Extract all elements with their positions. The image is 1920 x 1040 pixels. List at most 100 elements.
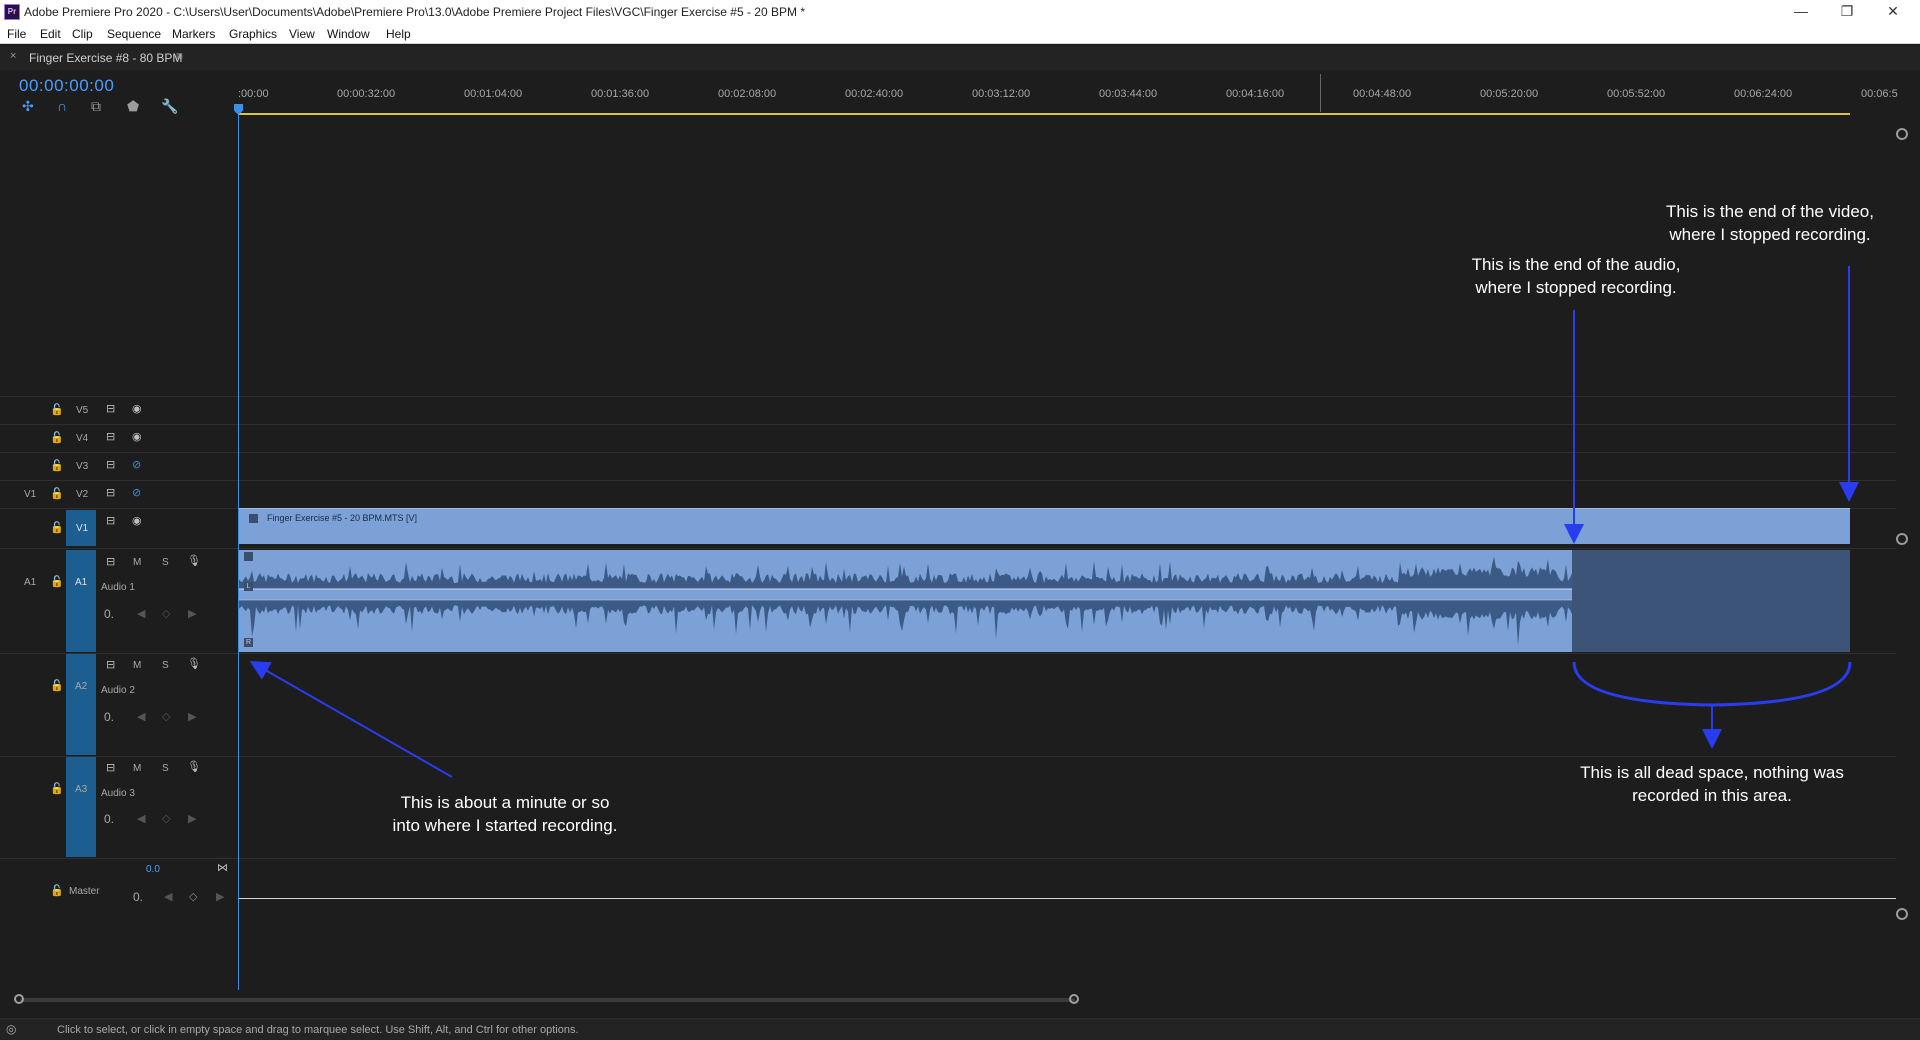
- menu-edit[interactable]: Edit: [40, 27, 61, 41]
- mute-button[interactable]: M: [133, 557, 141, 568]
- menu-graphics[interactable]: Graphics: [229, 27, 277, 41]
- next-keyframe-icon[interactable]: ▶: [188, 812, 196, 825]
- track-volume-knob[interactable]: 0.: [104, 812, 114, 826]
- playhead-line[interactable]: [238, 104, 239, 990]
- work-area-bar[interactable]: [238, 113, 1850, 115]
- next-keyframe-icon[interactable]: ▶: [188, 607, 196, 620]
- menu-view[interactable]: View: [289, 27, 315, 41]
- menu-clip[interactable]: Clip: [72, 27, 93, 41]
- add-marker-icon[interactable]: ⬟: [127, 98, 139, 115]
- annotation-line: This is about a minute or so: [400, 793, 610, 812]
- menu-window[interactable]: Window: [327, 27, 370, 41]
- ruler-tick-label: 00:03:12:00: [972, 88, 1031, 100]
- menu-sequence[interactable]: Sequence: [107, 27, 161, 41]
- solo-button[interactable]: S: [162, 660, 169, 671]
- sync-lock-icon[interactable]: ⊟: [106, 514, 115, 527]
- add-keyframe-icon[interactable]: ◇: [162, 607, 170, 620]
- close-window-button[interactable]: ✕: [1870, 0, 1916, 22]
- solo-button[interactable]: S: [162, 763, 169, 774]
- add-keyframe-icon[interactable]: ◇: [189, 890, 197, 903]
- sync-lock-icon[interactable]: ⊟: [106, 555, 115, 568]
- nest-icon[interactable]: ✣: [22, 98, 34, 115]
- lock-icon[interactable]: 🔓: [50, 575, 64, 588]
- sequence-tab-name[interactable]: Finger Exercise #8 - 80 BPM: [29, 51, 182, 65]
- horizontal-zoom-scrollbar[interactable]: [0, 992, 1920, 1006]
- next-keyframe-icon[interactable]: ▶: [216, 890, 224, 903]
- sync-lock-icon[interactable]: ⊟: [106, 658, 115, 671]
- add-keyframe-icon[interactable]: ◇: [162, 812, 170, 825]
- restore-button[interactable]: ❐: [1824, 0, 1870, 22]
- prev-keyframe-icon[interactable]: ◀: [164, 890, 172, 903]
- playhead-timecode[interactable]: 00:00:00:00: [19, 76, 114, 96]
- add-keyframe-icon[interactable]: ◇: [162, 710, 170, 723]
- sync-lock-icon[interactable]: ⊟: [106, 430, 115, 443]
- ruler-marker-line: [1320, 74, 1321, 112]
- lock-icon[interactable]: 🔓: [50, 884, 64, 897]
- video-clip[interactable]: Finger Exercise #5 - 20 BPM.MTS [V]: [238, 508, 1850, 544]
- microphone-icon[interactable]: 🎙: [187, 554, 201, 567]
- lock-icon[interactable]: 🔓: [50, 403, 64, 416]
- ruler-tick-label: 00:05:52:00: [1607, 88, 1666, 100]
- snap-icon[interactable]: ∩: [57, 98, 67, 114]
- lock-icon[interactable]: 🔓: [50, 459, 64, 472]
- eye-hidden-icon[interactable]: ⊘: [132, 458, 141, 471]
- lock-icon[interactable]: 🔓: [50, 521, 64, 534]
- lock-icon[interactable]: 🔓: [50, 782, 64, 795]
- track-volume-knob[interactable]: 0.: [104, 710, 114, 724]
- minimize-button[interactable]: —: [1778, 0, 1824, 22]
- audio-left-marker: L: [244, 582, 253, 591]
- lock-icon[interactable]: 🔓: [50, 431, 64, 444]
- zoom-handle-left[interactable]: [14, 994, 24, 1004]
- sync-lock-icon[interactable]: ⊟: [106, 761, 115, 774]
- sync-lock-icon[interactable]: ⊟: [106, 458, 115, 471]
- master-volume-knob[interactable]: 0.: [133, 890, 143, 904]
- microphone-icon[interactable]: 🎙: [187, 657, 201, 670]
- lock-icon[interactable]: 🔓: [50, 487, 64, 500]
- eye-icon[interactable]: ◉: [132, 514, 142, 527]
- eye-icon[interactable]: ◉: [132, 402, 142, 415]
- sync-lock-icon[interactable]: ⊟: [106, 486, 115, 499]
- linked-selection-icon[interactable]: ⧉: [91, 98, 101, 115]
- a1-target-patch[interactable]: [66, 550, 96, 652]
- track-volume-knob[interactable]: 0.: [104, 607, 114, 621]
- zoom-handle-right[interactable]: [1069, 994, 1079, 1004]
- a3-target-patch[interactable]: [66, 757, 96, 857]
- track-name-v2: V2: [76, 489, 89, 500]
- prev-keyframe-icon[interactable]: ◀: [137, 710, 145, 723]
- wrench-icon[interactable]: 🔧: [161, 98, 178, 115]
- close-sequence-icon[interactable]: ×: [10, 50, 16, 62]
- ruler-tick-label: 00:03:44:00: [1099, 88, 1158, 100]
- annotation-line: where I stopped recording.: [1475, 278, 1677, 297]
- vscroll-knob[interactable]: [1896, 908, 1908, 920]
- time-ruler[interactable]: :00:00 00:00:32:00 00:01:04:00 00:01:36:…: [238, 74, 1898, 116]
- next-keyframe-icon[interactable]: ▶: [188, 710, 196, 723]
- timeline-panel-tab: × Finger Exercise #8 - 80 BPM ≡: [0, 46, 1920, 70]
- vscroll-knob[interactable]: [1896, 533, 1908, 545]
- prev-keyframe-icon[interactable]: ◀: [137, 812, 145, 825]
- menu-help[interactable]: Help: [386, 27, 411, 41]
- sync-lock-icon[interactable]: ⊟: [106, 402, 115, 415]
- menu-file[interactable]: File: [7, 27, 26, 41]
- vscroll-knob[interactable]: [1896, 128, 1908, 140]
- prev-keyframe-icon[interactable]: ◀: [137, 607, 145, 620]
- a2-target-patch[interactable]: [66, 654, 96, 755]
- eye-hidden-icon[interactable]: ⊘: [132, 486, 141, 499]
- panel-menu-icon[interactable]: ≡: [176, 49, 183, 63]
- menu-markers[interactable]: Markers: [172, 27, 215, 41]
- expand-tracks-icon[interactable]: ⋈: [217, 861, 228, 874]
- title-bar: Pr Adobe Premiere Pro 2020 - C:\Users\Us…: [0, 0, 1920, 24]
- track-name-master: Master: [69, 886, 100, 897]
- annotation-video-end: This is the end of the video, where I st…: [1640, 200, 1900, 246]
- lock-icon[interactable]: 🔓: [50, 679, 64, 692]
- master-volume-value[interactable]: 0.0: [146, 864, 160, 875]
- source-patch-a1[interactable]: A1: [24, 577, 36, 588]
- master-volume-line[interactable]: [238, 898, 1896, 899]
- solo-button[interactable]: S: [162, 557, 169, 568]
- microphone-icon[interactable]: 🎙: [187, 760, 201, 773]
- mute-button[interactable]: M: [133, 660, 141, 671]
- eye-icon[interactable]: ◉: [132, 430, 142, 443]
- mute-button[interactable]: M: [133, 763, 141, 774]
- source-patch-v1[interactable]: V1: [24, 489, 36, 500]
- scrollbar-track[interactable]: [20, 998, 1075, 1002]
- annotation-line: recorded in this area.: [1632, 786, 1792, 805]
